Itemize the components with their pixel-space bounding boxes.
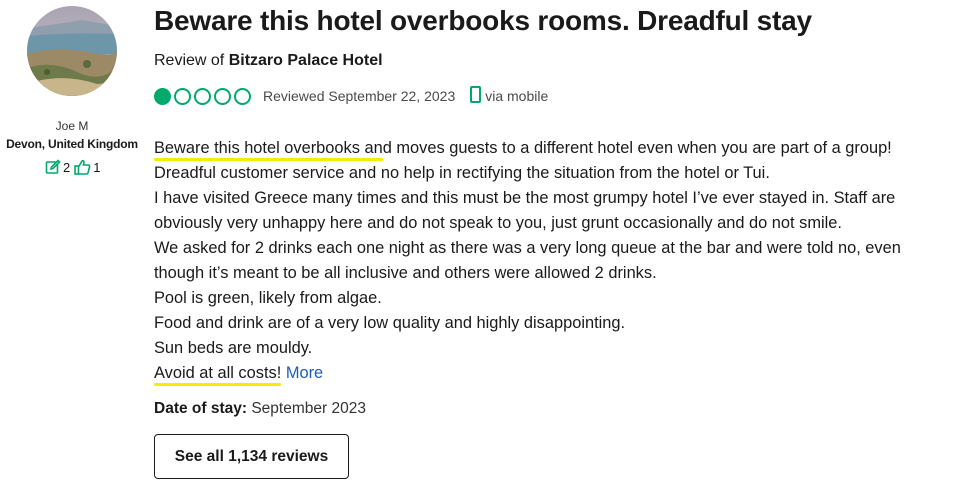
- rating-bubble-empty: [214, 87, 231, 105]
- review-line: We asked for 2 drinks each one night as …: [154, 239, 901, 257]
- rating-bubble-filled: [154, 87, 171, 105]
- review-line: Sun beds are mouldy.: [154, 339, 313, 357]
- highlighted-text: Beware this hotel overbooks an: [154, 139, 383, 157]
- review-meta: Reviewed September 22, 2023 via mobile: [154, 85, 548, 107]
- reviewer-name[interactable]: Joe M: [0, 119, 144, 133]
- review-line: Pool is green, likely from algae.: [154, 289, 382, 307]
- review-body: Beware this hotel overbooks and moves gu…: [154, 136, 969, 386]
- review-line: Food and drink are of a very low quality…: [154, 314, 626, 332]
- date-of-stay-label: Date of stay:: [154, 400, 248, 417]
- contributions-count: 2: [63, 159, 71, 175]
- review-line: obviously very unhappy here and do not s…: [154, 214, 842, 232]
- reviewer-stats: 2 1: [45, 159, 100, 175]
- avatar[interactable]: [27, 6, 117, 96]
- rating-bubble-empty: [174, 87, 191, 105]
- review-title[interactable]: Beware this hotel overbooks rooms. Dread…: [154, 5, 812, 37]
- review-line: though it’s meant to be all inclusive an…: [154, 264, 657, 282]
- review-line: I have visited Greece many times and thi…: [154, 189, 896, 207]
- review-line: Beware this hotel overbooks and moves gu…: [154, 136, 969, 161]
- helpful-votes-count: 1: [93, 159, 101, 175]
- hotel-name-link[interactable]: Bitzaro Palace Hotel: [229, 52, 383, 69]
- review-line-text: d moves guests to a different hotel even…: [382, 139, 892, 157]
- via-mobile-label: via mobile: [485, 88, 549, 104]
- helpful-votes-icon: [74, 159, 91, 175]
- date-of-stay: Date of stay: September 2023: [154, 400, 366, 418]
- review-subtitle: Review of Bitzaro Palace Hotel: [154, 52, 383, 70]
- more-link[interactable]: More: [286, 364, 323, 382]
- review-line: Dreadful customer service and no help in…: [154, 164, 770, 182]
- rating-bubble-empty: [234, 87, 251, 105]
- reviewed-date: Reviewed September 22, 2023: [263, 88, 456, 104]
- bubble-rating: [154, 87, 251, 105]
- rating-bubble-empty: [194, 87, 211, 105]
- via-mobile: via mobile: [470, 86, 548, 106]
- see-all-reviews-button[interactable]: See all 1,134 reviews: [154, 434, 349, 479]
- reviewer-location: Devon, United Kingdom: [6, 137, 138, 151]
- date-of-stay-value: September 2023: [251, 400, 366, 417]
- contributions-icon: [45, 159, 61, 175]
- review-line: Avoid at all costs! More: [154, 361, 969, 386]
- highlighted-text: Avoid at all costs!: [154, 364, 282, 382]
- subtitle-prefix: Review of: [154, 52, 229, 69]
- mobile-phone-icon: [470, 86, 482, 106]
